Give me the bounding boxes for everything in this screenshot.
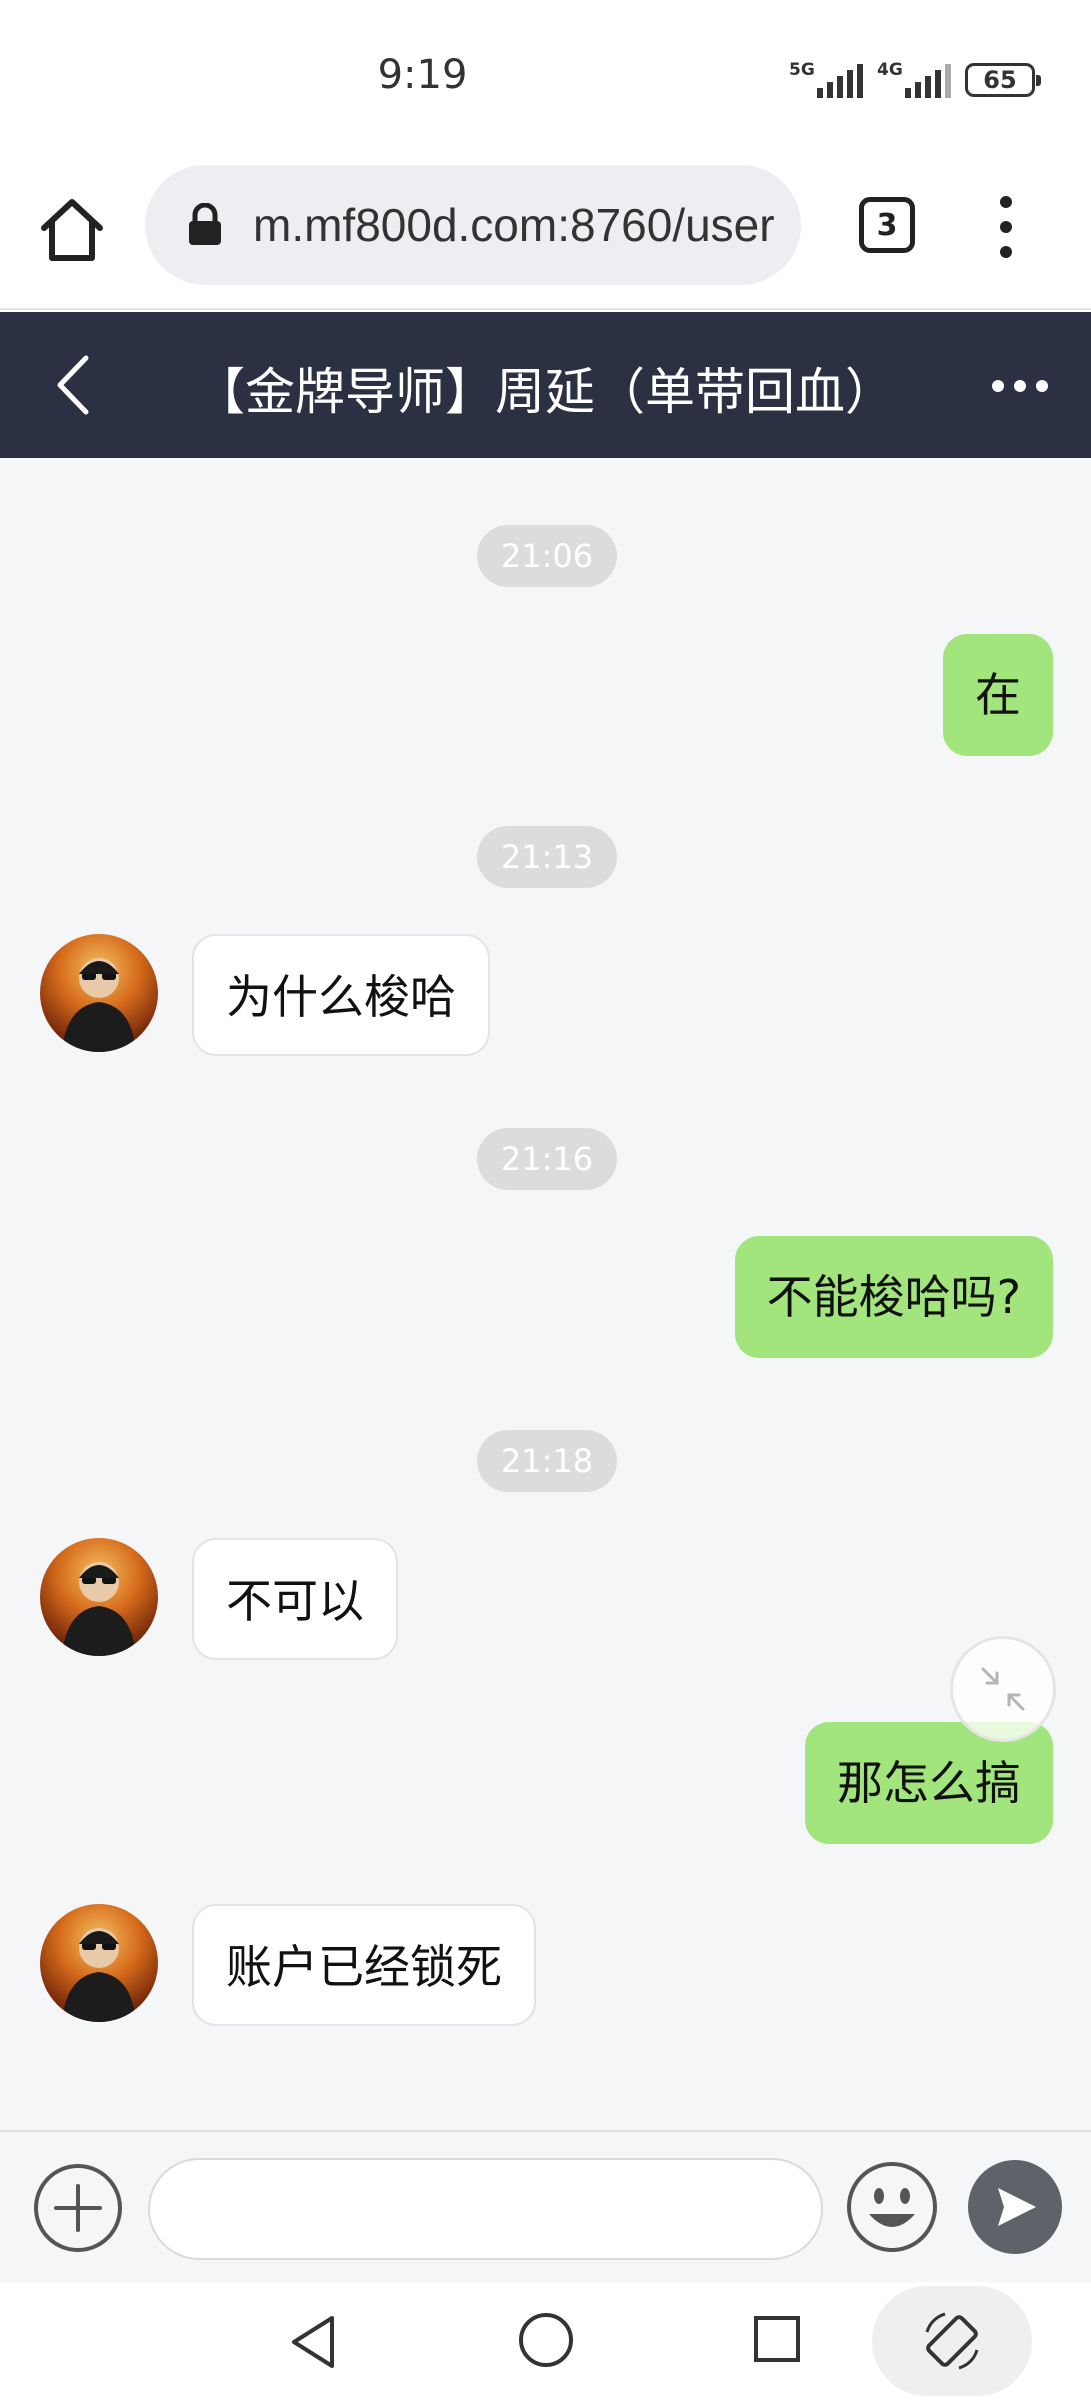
send-button[interactable]	[968, 2160, 1062, 2254]
message-input-bar	[0, 2130, 1091, 2282]
status-time: 9:19	[377, 52, 468, 98]
chevron-left-icon[interactable]	[50, 350, 100, 420]
send-icon	[998, 2188, 1036, 2226]
message-timestamp: 21:18	[477, 1430, 617, 1492]
battery-icon: 65	[965, 63, 1041, 97]
avatar[interactable]	[40, 934, 158, 1052]
network-label-4g: 4G	[877, 60, 903, 80]
nav-recents-icon[interactable]	[752, 2312, 802, 2366]
minimize-arrows-icon	[981, 1667, 1025, 1711]
message-input[interactable]	[148, 2158, 823, 2260]
browser-toolbar: m.mf800d.com:8760/user 3	[0, 150, 1091, 310]
more-vertical-icon[interactable]	[990, 192, 1022, 262]
status-bar: 9:19 5G 4G 65	[0, 0, 1091, 150]
message-timestamp: 21:13	[477, 826, 617, 888]
address-bar[interactable]: m.mf800d.com:8760/user	[145, 165, 801, 285]
received-message[interactable]: 账户已经锁死	[192, 1904, 536, 2026]
received-message[interactable]: 不可以	[192, 1538, 398, 1660]
nav-home-icon[interactable]	[516, 2310, 576, 2370]
battery-level: 65	[983, 66, 1017, 94]
sent-message[interactable]: 不能梭哈吗?	[734, 1236, 1053, 1358]
rotate-screen-button[interactable]	[872, 2286, 1032, 2396]
home-icon[interactable]	[36, 194, 108, 266]
message-timestamp: 21:06	[477, 525, 617, 587]
sent-message[interactable]: 在	[943, 634, 1053, 756]
floating-minimize-button[interactable]	[950, 1636, 1056, 1742]
message-list[interactable]: 21:06 在 21:13 为什么梭哈 21:16 不能梭哈吗? 21:18 不…	[0, 458, 1091, 2130]
avatar[interactable]	[40, 1538, 158, 1656]
network-label-5g: 5G	[789, 60, 815, 80]
more-horizontal-icon[interactable]	[990, 366, 1050, 406]
received-message[interactable]: 为什么梭哈	[192, 934, 490, 1056]
signal-5g-icon: 5G	[789, 60, 863, 98]
url-text: m.mf800d.com:8760/user	[253, 199, 775, 251]
smiley-icon[interactable]	[845, 2160, 939, 2254]
plus-circle-icon[interactable]	[32, 2162, 124, 2254]
status-icons: 5G 4G 65	[789, 58, 1041, 102]
tab-count: 3	[876, 207, 898, 243]
message-timestamp: 21:16	[477, 1128, 617, 1190]
avatar[interactable]	[40, 1904, 158, 2022]
tab-switcher-button[interactable]: 3	[859, 197, 915, 253]
chat-title: 【金牌导师】周延（单带回血）	[195, 363, 895, 421]
system-navigation-bar	[0, 2282, 1091, 2400]
lock-icon	[189, 203, 221, 245]
signal-4g-icon: 4G	[877, 60, 951, 98]
nav-back-icon[interactable]	[286, 2312, 340, 2372]
chat-header: 【金牌导师】周延（单带回血）	[0, 312, 1091, 458]
screen-rotate-icon	[925, 2312, 979, 2370]
